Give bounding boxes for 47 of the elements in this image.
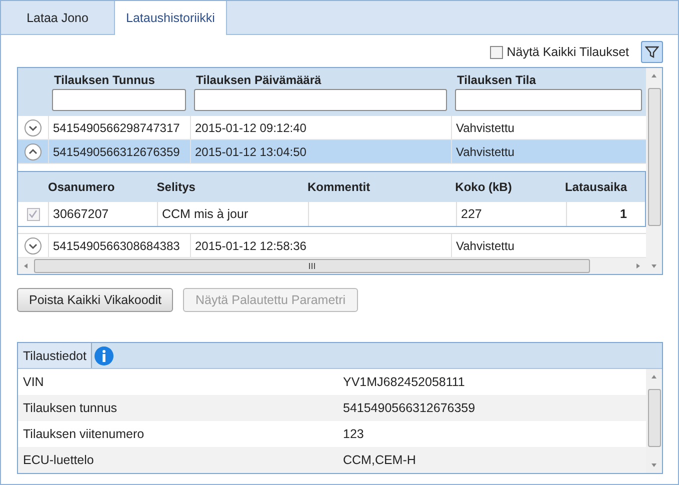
table-cell: 5415490566298747317 (48, 116, 190, 139)
grip-icon (308, 262, 316, 270)
field-label: Tilauksen viitenumero (22, 427, 146, 441)
info-icon[interactable] (94, 346, 114, 366)
table-cell: 2015-01-12 09:12:40 (190, 116, 451, 139)
column-header: Tilauksen Tila (456, 73, 537, 89)
vertical-scrollbar[interactable] (646, 369, 662, 473)
expand-icon[interactable] (24, 118, 42, 136)
column-header: Tilauksen Päivämäärä (195, 73, 322, 89)
order-row[interactable]: 5415490566312676359 2015-01-12 13:04:50 Vahvistettu (18, 140, 646, 164)
checkbox-label: Näytä Kaikki Tilaukset (506, 45, 629, 59)
table-cell: 5415490566308684383 (48, 234, 190, 257)
column-header: Osanumero (48, 180, 115, 194)
filter-input[interactable] (52, 89, 186, 111)
field-label: ECU-luettelo (22, 453, 95, 467)
tab[interactable]: Lataushistoriikki (114, 1, 227, 35)
vertical-scrollbar[interactable] (646, 68, 662, 274)
field-value: YV1MJ682452058111 (343, 375, 465, 389)
expand-icon[interactable] (24, 236, 42, 254)
table-cell: 2015-01-12 13:04:50 (190, 140, 451, 163)
column-header: Kommentit (307, 180, 370, 194)
collapse-icon[interactable] (24, 142, 42, 160)
table-cell: 30667207 (53, 207, 109, 221)
filter-button[interactable] (641, 41, 663, 63)
checkbox[interactable] (490, 46, 503, 58)
filter-input[interactable] (194, 89, 447, 111)
table-cell: 5415490566312676359 (48, 140, 190, 163)
column-header: Koko (kB) (455, 180, 512, 194)
field-label: VIN (22, 375, 45, 389)
field-label: Tilauksen tunnus (22, 401, 118, 415)
table-cell: 2015-01-12 12:58:36 (190, 234, 451, 257)
filter-input[interactable] (455, 89, 642, 111)
column-header: Tilauksen Tunnus (53, 73, 156, 89)
field-value: 123 (343, 427, 364, 441)
panel-tab[interactable]: Tilaustiedot (18, 343, 92, 368)
table-cell: CCM mis à jour (162, 207, 248, 221)
column-header: Latausaika (564, 180, 627, 194)
field-value: 5415490566312676359 (343, 401, 476, 415)
table-cell: 1 (620, 207, 627, 221)
horizontal-scrollbar[interactable] (18, 258, 646, 274)
table-cell: 227 (461, 207, 482, 221)
checkbox[interactable] (26, 208, 40, 220)
tab[interactable]: Lataa Jono (1, 1, 114, 35)
column-header: Selitys (156, 180, 196, 194)
field-value: CCM,CEM-H (343, 453, 416, 467)
filter-icon (645, 45, 659, 59)
action-button[interactable]: Poista Kaikki Vikakoodit (17, 288, 174, 312)
